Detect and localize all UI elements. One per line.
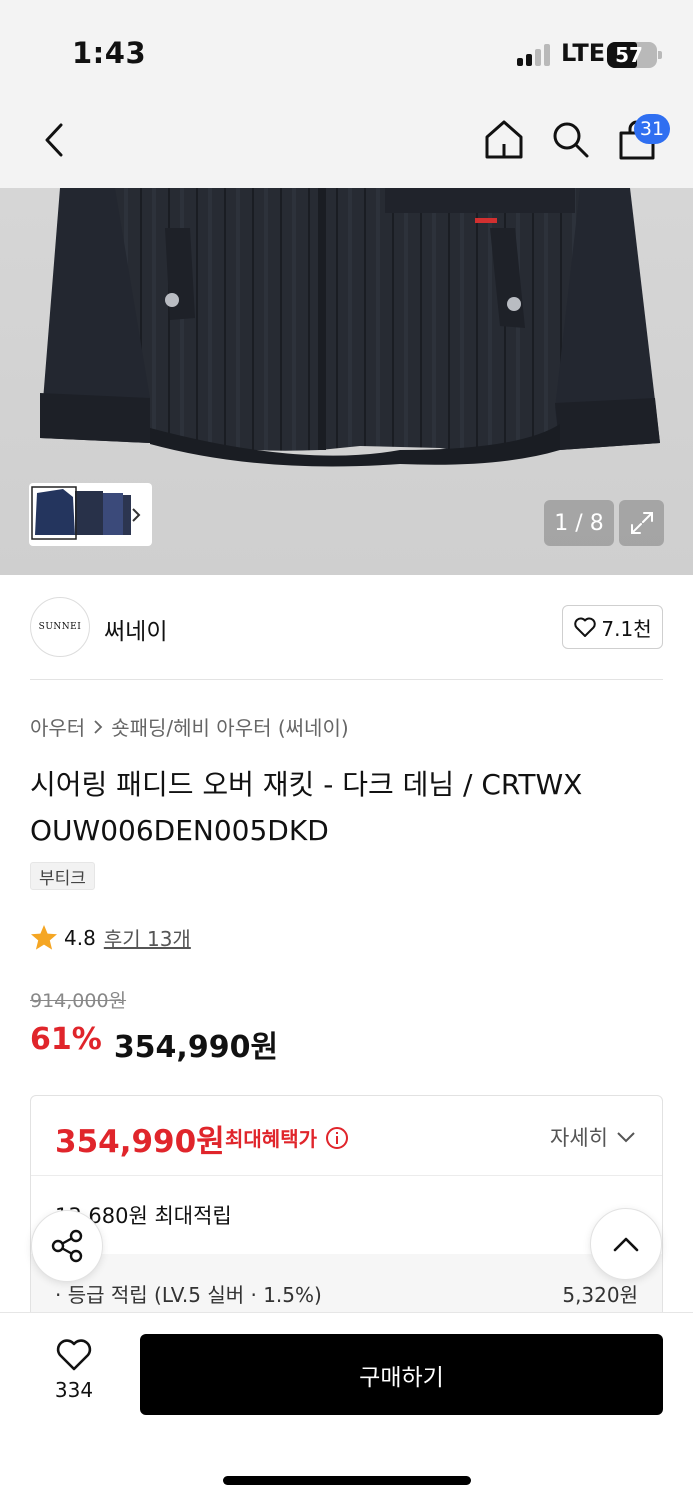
product-title: 시어링 패디드 오버 재킷 - 다크 데님 / CRTWX OUW006DEN0… bbox=[30, 768, 583, 847]
brand-logo-text: SUNNEI bbox=[38, 622, 82, 632]
buy-button[interactable]: 구매하기 bbox=[140, 1334, 663, 1415]
benefit-price: 354,990원 bbox=[55, 1124, 225, 1160]
expand-icon bbox=[630, 512, 653, 534]
status-time: 1:43 bbox=[72, 36, 147, 70]
heart-icon bbox=[56, 1339, 92, 1371]
grade-points-value: 5,320원 bbox=[562, 1283, 638, 1307]
image-counter: 1 / 8 bbox=[544, 500, 614, 546]
network-label: LTE bbox=[561, 39, 606, 67]
grade-points-label: · 등급 적립 (LV.5 실버 · 1.5%) bbox=[55, 1283, 322, 1307]
brand-name[interactable]: 써네이 bbox=[104, 612, 167, 646]
brand-logo[interactable]: SUNNEI bbox=[30, 597, 90, 657]
status-bar: 1:43 LTE 57 bbox=[0, 0, 693, 100]
brand-like-button[interactable]: 7.1천 bbox=[562, 605, 663, 649]
heart-icon bbox=[574, 617, 597, 637]
sale-price: 354,990원 bbox=[113, 1030, 279, 1065]
wishlist-count: 334 bbox=[54, 1378, 94, 1402]
benefit-label-text: 최대혜택가 bbox=[225, 1127, 317, 1151]
benefit-box: 354,990원 최대혜택가 자세히 13,680원 최대적립 · 등급 적립 … bbox=[30, 1095, 663, 1335]
home-icon bbox=[485, 120, 523, 159]
brand-like-count: 7.1천 bbox=[601, 616, 652, 641]
price-row: 61% 354,990원 bbox=[30, 1022, 278, 1066]
chevron-right-icon bbox=[94, 719, 103, 734]
rating-row: 4.8 후기 13개 bbox=[30, 923, 191, 952]
chevron-up-icon bbox=[613, 1237, 639, 1252]
benefit-label: 최대혜택가 bbox=[225, 1123, 349, 1152]
search-icon bbox=[553, 122, 589, 158]
wishlist-button[interactable]: 334 bbox=[38, 1338, 110, 1402]
back-button[interactable] bbox=[32, 118, 76, 162]
info-icon[interactable] bbox=[325, 1126, 349, 1150]
breadcrumb: 아우터 숏패딩/헤비 아우터 (써네이) bbox=[30, 712, 349, 741]
detail-label: 자세히 bbox=[550, 1126, 608, 1150]
battery-icon: 57 bbox=[607, 42, 662, 68]
original-price: 914,000원 bbox=[30, 990, 127, 1012]
thumbnail-images bbox=[31, 486, 141, 540]
scroll-top-button[interactable] bbox=[590, 1208, 662, 1280]
thumbnail-strip[interactable] bbox=[29, 483, 152, 546]
home-indicator bbox=[223, 1476, 471, 1485]
cart-count-badge: 31 bbox=[634, 114, 670, 144]
share-icon bbox=[51, 1229, 83, 1263]
benefit-header: 354,990원 최대혜택가 자세히 bbox=[31, 1096, 662, 1176]
star-icon bbox=[31, 925, 57, 950]
expand-image-button[interactable] bbox=[619, 500, 664, 546]
discount-rate: 61% bbox=[30, 1022, 102, 1057]
battery-level: 57 bbox=[615, 43, 643, 67]
signal-icon bbox=[517, 44, 553, 66]
benefit-detail-button[interactable]: 자세히 bbox=[550, 1122, 636, 1152]
chevron-left-icon bbox=[45, 123, 63, 157]
share-button[interactable] bbox=[31, 1210, 103, 1282]
review-link[interactable]: 후기 13개 bbox=[104, 923, 191, 952]
chevron-down-icon bbox=[617, 1132, 635, 1143]
boutique-tag: 부티크 bbox=[30, 862, 95, 890]
home-button[interactable] bbox=[482, 116, 526, 162]
search-button[interactable] bbox=[548, 116, 592, 162]
breadcrumb-item-subcategory[interactable]: 숏패딩/헤비 아우터 (써네이) bbox=[111, 712, 348, 741]
rating-value: 4.8 bbox=[64, 925, 96, 950]
divider bbox=[30, 679, 663, 680]
breadcrumb-item-category[interactable]: 아우터 bbox=[30, 712, 85, 741]
